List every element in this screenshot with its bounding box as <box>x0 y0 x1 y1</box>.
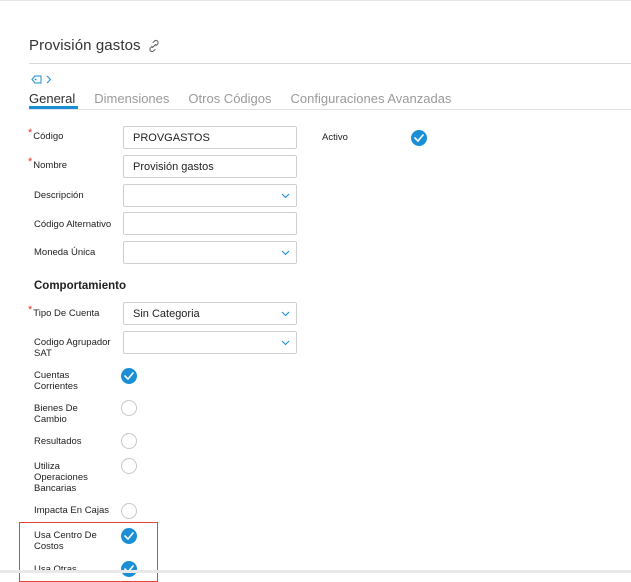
link-icon[interactable] <box>147 39 161 53</box>
comportamiento-heading: Comportamiento <box>34 280 126 292</box>
codigo-agrupador-select[interactable] <box>123 331 297 354</box>
moneda-unica-label: Moneda Única <box>34 247 96 258</box>
tipo-cuenta-value: Sin Categoria <box>133 308 200 320</box>
operaciones-bancarias-checkbox[interactable] <box>121 458 137 474</box>
tab-dimensiones[interactable]: Dimensiones <box>94 91 169 109</box>
highlight-box <box>19 522 158 582</box>
chevron-down-icon <box>281 311 290 317</box>
descripcion-select[interactable] <box>123 184 297 207</box>
chevron-right-icon[interactable] <box>46 75 52 84</box>
activo-checkbox[interactable] <box>411 130 427 146</box>
tab-configuraciones-avanzadas[interactable]: Configuraciones Avanzadas <box>291 91 452 109</box>
page-title: Provisión gastos <box>29 37 141 54</box>
codigo-alternativo-input[interactable] <box>123 212 297 235</box>
descripcion-label: Descripción <box>34 190 84 201</box>
tipo-cuenta-select[interactable]: Sin Categoria <box>123 302 297 325</box>
codigo-agrupador-label: Codigo Agrupador SAT <box>34 337 111 359</box>
required-marker: * <box>28 304 33 316</box>
cuentas-corrientes-checkbox[interactable] <box>121 368 137 384</box>
bienes-cambio-label: Bienes De Cambio <box>34 403 78 425</box>
codigo-label: *Código <box>28 127 64 143</box>
operaciones-bancarias-label: Utiliza Operaciones Bancarias <box>34 461 88 494</box>
nombre-label: *Nombre <box>28 156 68 172</box>
resultados-checkbox[interactable] <box>121 433 137 449</box>
codigo-alternativo-label: Código Alternativo <box>34 219 112 230</box>
title-divider <box>29 63 631 64</box>
required-marker: * <box>28 127 33 139</box>
breadcrumb <box>31 75 52 84</box>
tag-icon[interactable] <box>31 75 42 84</box>
nombre-input[interactable]: Provisión gastos <box>123 155 297 178</box>
cuentas-corrientes-label: Cuentas Corrientes <box>34 370 78 392</box>
bienes-cambio-checkbox[interactable] <box>121 400 137 416</box>
moneda-unica-select[interactable] <box>123 241 297 264</box>
top-divider <box>0 0 631 1</box>
chevron-down-icon <box>281 340 290 346</box>
chevron-down-icon <box>281 193 290 199</box>
tab-otros-codigos[interactable]: Otros Códigos <box>188 91 271 109</box>
page-header: Provisión gastos <box>29 37 161 54</box>
activo-label: Activo <box>322 132 348 143</box>
tab-bar: General Dimensiones Otros Códigos Config… <box>29 91 470 109</box>
required-marker: * <box>28 156 33 168</box>
impacta-cajas-label: Impacta En Cajas <box>34 505 109 516</box>
chevron-down-icon <box>281 250 290 256</box>
impacta-cajas-checkbox[interactable] <box>121 503 137 519</box>
tabs-divider <box>29 109 631 110</box>
tipo-cuenta-label: *Tipo De Cuenta <box>28 304 100 320</box>
codigo-input[interactable]: PROVGASTOS <box>123 126 297 149</box>
resultados-label: Resultados <box>34 436 82 447</box>
